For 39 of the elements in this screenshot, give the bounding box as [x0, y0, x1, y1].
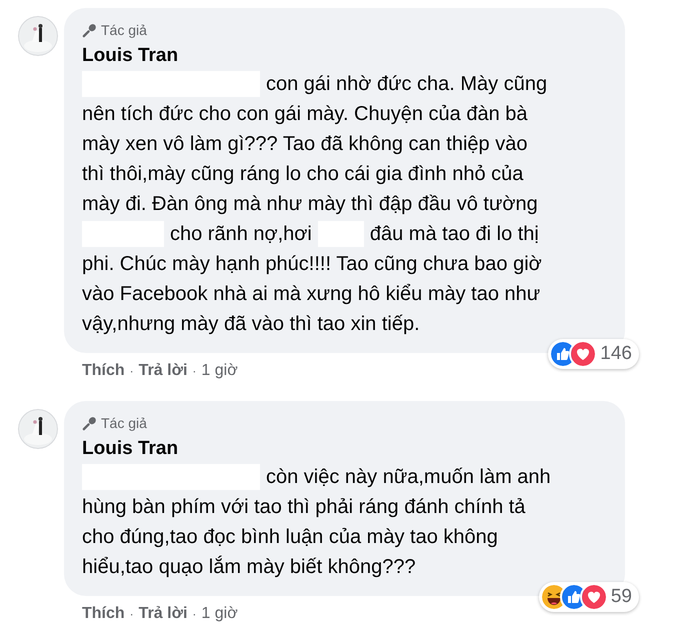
microphone-icon: [82, 23, 97, 38]
reaction-summary[interactable]: 59: [538, 582, 639, 612]
reply-link[interactable]: Trả lời: [138, 602, 188, 626]
comment-text: cho đúng,tao đọc bình luận của mày tao không: [82, 525, 498, 550]
like-link[interactable]: Thích: [82, 359, 125, 383]
comment-text: nên tích đức cho con gái mày. Chuyện của đàn bà: [82, 102, 528, 127]
comment-text: đâu mà tao đi lo thị: [370, 222, 539, 247]
microphone-icon: [82, 416, 97, 431]
author-role-label: Tác giả: [101, 21, 147, 40]
reaction-summary[interactable]: 146: [548, 339, 639, 369]
comment-text: vào Facebook nhà ai mà xưng hô kiểu mày tao như: [82, 282, 540, 307]
reaction-count: 59: [610, 584, 632, 609]
comment-time[interactable]: 1 giờ: [201, 359, 238, 383]
laughing-reaction-icon: [542, 585, 566, 609]
separator-dot: ·: [130, 363, 134, 380]
comment-time[interactable]: 1 giờ: [201, 602, 238, 626]
heart-reaction-icon: [571, 342, 596, 366]
author-name[interactable]: Louis Tran: [82, 436, 599, 462]
heart-reaction-icon: [582, 585, 606, 609]
comment-text: hùng bàn phím với tao thì phải ráng đánh chính tả: [82, 495, 526, 520]
comment-text: hiểu,tao quạo lắm mày biết không???: [82, 554, 416, 580]
like-link[interactable]: Thích: [82, 602, 125, 626]
comment-text: mày xen vô làm gì??? Tao đã không can thiệp vào: [82, 132, 528, 157]
like-reaction-icon: [551, 342, 576, 366]
comment-text: còn việc này nữa,muốn làm anh: [266, 465, 551, 490]
comment-text: vậy,nhưng mày đã vào thì tao xin tiếp.: [82, 312, 420, 337]
comment-text: phi. Chúc mày hạnh phúc!!!! Tao cũng chưa bao giờ: [82, 252, 542, 277]
comment-text: mày đi. Đàn ông mà như mày thì đập đầu vô tường: [82, 192, 538, 217]
separator-dot: ·: [192, 606, 196, 623]
comment-text: cho rãnh nợ,hơi: [170, 222, 312, 247]
separator-dot: ·: [192, 363, 196, 380]
comment-text: con gái nhờ đức cha. Mày cũng: [266, 72, 548, 97]
author-name[interactable]: Louis Tran: [82, 43, 599, 69]
reaction-count: 146: [600, 342, 632, 366]
reply-link[interactable]: Trả lời: [138, 359, 188, 383]
author-role-label: Tác giả: [101, 414, 147, 433]
comment-text: thì thôi,mày cũng ráng lo cho cái gia đình nhỏ của: [82, 162, 524, 187]
separator-dot: ·: [130, 606, 134, 623]
like-reaction-icon: [562, 585, 586, 609]
